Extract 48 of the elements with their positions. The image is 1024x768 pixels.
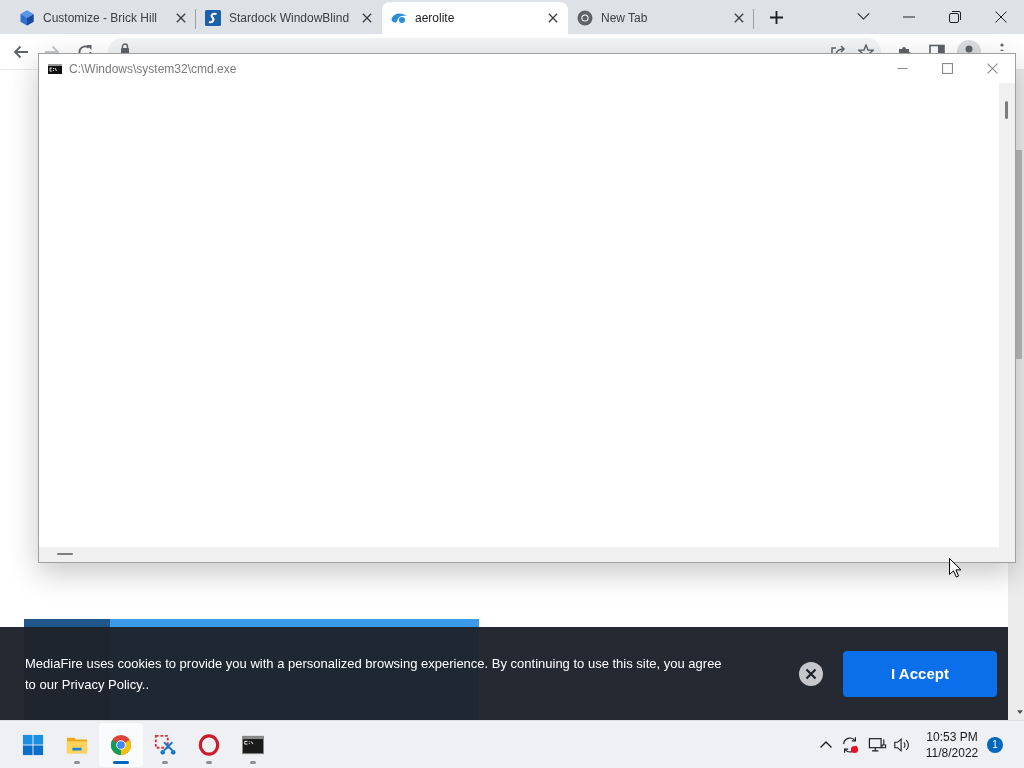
scroll-down-arrow-icon[interactable] <box>1017 710 1023 714</box>
browser-logo-icon <box>577 10 593 26</box>
minimize-icon <box>897 68 908 69</box>
sync-icon[interactable] <box>841 735 859 754</box>
cube-icon <box>19 10 35 26</box>
scrollbar-thumb[interactable] <box>1005 101 1008 119</box>
terminal-icon <box>48 63 62 74</box>
monitor-icon[interactable] <box>868 735 887 754</box>
close-icon[interactable] <box>176 13 186 23</box>
scrollbar-thumb[interactable] <box>1016 150 1022 359</box>
browser-tab[interactable]: aerolite <box>382 2 568 34</box>
scrollbar[interactable] <box>999 83 1015 547</box>
browser-tab[interactable]: Customize - Brick Hill <box>10 2 196 34</box>
chevron-down-icon[interactable] <box>857 13 870 20</box>
scrollbar-thumb[interactable] <box>57 553 73 555</box>
maximize-icon <box>942 63 953 74</box>
accept-button[interactable]: I Accept <box>843 650 997 697</box>
browser-tab[interactable]: Stardock WindowBlind <box>196 2 382 34</box>
notification-badge[interactable]: 1 <box>987 736 1003 753</box>
close-icon <box>987 63 998 74</box>
close-icon <box>995 11 1007 23</box>
cookie-message: MediaFire uses cookies to provide you with a personalized browsing experience. By continuing to use this site, you agree to our Privacy Policy.. <box>25 654 723 694</box>
close-icon[interactable] <box>799 661 823 686</box>
clock[interactable]: 10:53 PM 11/8/2022 <box>922 728 982 761</box>
lock-icon <box>120 43 130 53</box>
terminal-icon <box>242 733 264 756</box>
scissors-icon <box>154 733 176 756</box>
more-menu-icon[interactable] <box>1000 43 1004 51</box>
close-icon[interactable] <box>734 13 744 23</box>
star-icon[interactable] <box>858 44 874 53</box>
speaker-icon[interactable] <box>893 735 911 754</box>
window-title: C:\Windows\system32\cmd.exe <box>69 61 237 76</box>
start-icon <box>22 733 44 756</box>
tile-logo-icon <box>205 10 221 26</box>
back-arrow-icon[interactable] <box>13 44 29 60</box>
scrollbar[interactable] <box>39 547 1015 562</box>
caret-up-icon[interactable] <box>820 741 832 748</box>
browser-tab[interactable]: New Tab <box>568 2 754 34</box>
restore-icon <box>949 11 961 23</box>
close-icon[interactable] <box>362 13 372 23</box>
close-icon[interactable] <box>548 13 558 23</box>
plus-icon[interactable] <box>770 11 783 24</box>
side-panel-icon[interactable] <box>929 44 945 53</box>
minimize-icon <box>903 16 915 18</box>
ring-logo-icon <box>198 733 220 756</box>
swirl-icon <box>391 10 407 26</box>
share-icon[interactable] <box>830 44 846 53</box>
browser-logo-icon <box>110 733 132 756</box>
